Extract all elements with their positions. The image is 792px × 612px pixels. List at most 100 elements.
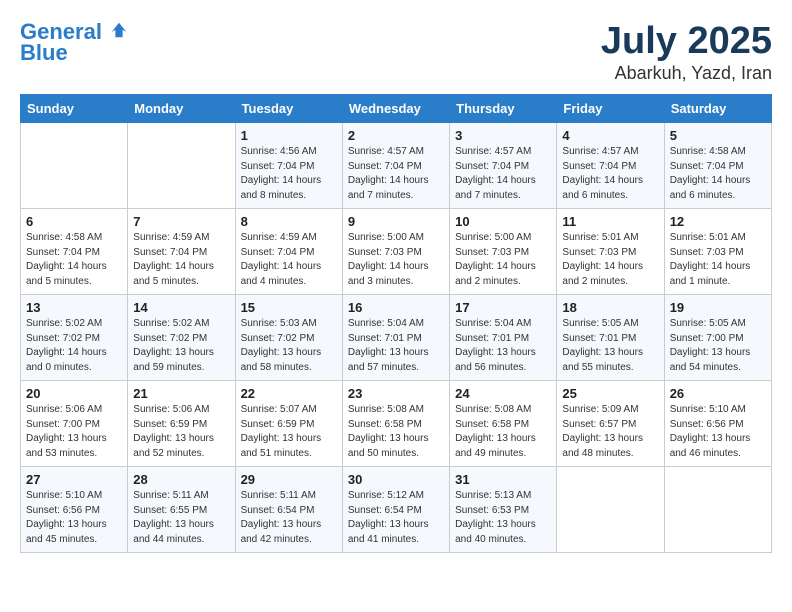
day-detail: Sunrise: 5:07 AMSunset: 6:59 PMDaylight:…: [241, 404, 322, 459]
calendar-cell: 7 Sunrise: 4:59 AMSunset: 7:04 PMDayligh…: [128, 209, 235, 295]
page-title: July 2025: [601, 20, 772, 63]
day-detail: Sunrise: 5:03 AMSunset: 7:02 PMDaylight:…: [241, 318, 322, 373]
calendar-cell: 9 Sunrise: 5:00 AMSunset: 7:03 PMDayligh…: [342, 209, 449, 295]
calendar-cell: 21 Sunrise: 5:06 AMSunset: 6:59 PMDaylig…: [128, 381, 235, 467]
header-row: SundayMondayTuesdayWednesdayThursdayFrid…: [21, 95, 772, 123]
calendar-cell: 15 Sunrise: 5:03 AMSunset: 7:02 PMDaylig…: [235, 295, 342, 381]
calendar-cell: 14 Sunrise: 5:02 AMSunset: 7:02 PMDaylig…: [128, 295, 235, 381]
logo-icon: [110, 21, 128, 39]
calendar-cell: 8 Sunrise: 4:59 AMSunset: 7:04 PMDayligh…: [235, 209, 342, 295]
day-number: 9: [348, 214, 444, 229]
calendar-cell: 13 Sunrise: 5:02 AMSunset: 7:02 PMDaylig…: [21, 295, 128, 381]
calendar-cell: 12 Sunrise: 5:01 AMSunset: 7:03 PMDaylig…: [664, 209, 771, 295]
calendar-cell: 17 Sunrise: 5:04 AMSunset: 7:01 PMDaylig…: [450, 295, 557, 381]
day-number: 17: [455, 300, 551, 315]
calendar-cell: [128, 123, 235, 209]
day-number: 25: [562, 386, 658, 401]
page-header: General Blue July 2025 Abarkuh, Yazd, Ir…: [20, 20, 772, 84]
day-detail: Sunrise: 5:05 AMSunset: 7:00 PMDaylight:…: [670, 318, 751, 373]
day-detail: Sunrise: 5:01 AMSunset: 7:03 PMDaylight:…: [670, 232, 751, 287]
day-header-friday: Friday: [557, 95, 664, 123]
logo: General Blue: [20, 20, 128, 66]
day-detail: Sunrise: 4:59 AMSunset: 7:04 PMDaylight:…: [133, 232, 214, 287]
day-number: 20: [26, 386, 122, 401]
day-detail: Sunrise: 5:06 AMSunset: 7:00 PMDaylight:…: [26, 404, 107, 459]
calendar-cell: 23 Sunrise: 5:08 AMSunset: 6:58 PMDaylig…: [342, 381, 449, 467]
calendar-cell: 11 Sunrise: 5:01 AMSunset: 7:03 PMDaylig…: [557, 209, 664, 295]
day-number: 18: [562, 300, 658, 315]
day-number: 26: [670, 386, 766, 401]
week-row-5: 27 Sunrise: 5:10 AMSunset: 6:56 PMDaylig…: [21, 467, 772, 553]
day-detail: Sunrise: 4:59 AMSunset: 7:04 PMDaylight:…: [241, 232, 322, 287]
day-detail: Sunrise: 5:10 AMSunset: 6:56 PMDaylight:…: [26, 490, 107, 545]
day-detail: Sunrise: 5:02 AMSunset: 7:02 PMDaylight:…: [26, 318, 107, 373]
day-detail: Sunrise: 4:58 AMSunset: 7:04 PMDaylight:…: [670, 146, 751, 201]
calendar-cell: 29 Sunrise: 5:11 AMSunset: 6:54 PMDaylig…: [235, 467, 342, 553]
day-number: 28: [133, 472, 229, 487]
day-detail: Sunrise: 5:08 AMSunset: 6:58 PMDaylight:…: [348, 404, 429, 459]
day-detail: Sunrise: 5:01 AMSunset: 7:03 PMDaylight:…: [562, 232, 643, 287]
day-number: 16: [348, 300, 444, 315]
calendar-cell: 31 Sunrise: 5:13 AMSunset: 6:53 PMDaylig…: [450, 467, 557, 553]
day-detail: Sunrise: 4:57 AMSunset: 7:04 PMDaylight:…: [455, 146, 536, 201]
calendar-cell: 28 Sunrise: 5:11 AMSunset: 6:55 PMDaylig…: [128, 467, 235, 553]
day-detail: Sunrise: 5:02 AMSunset: 7:02 PMDaylight:…: [133, 318, 214, 373]
day-detail: Sunrise: 5:11 AMSunset: 6:54 PMDaylight:…: [241, 490, 322, 545]
day-detail: Sunrise: 5:09 AMSunset: 6:57 PMDaylight:…: [562, 404, 643, 459]
day-number: 27: [26, 472, 122, 487]
day-header-thursday: Thursday: [450, 95, 557, 123]
day-number: 13: [26, 300, 122, 315]
day-number: 30: [348, 472, 444, 487]
title-block: July 2025 Abarkuh, Yazd, Iran: [601, 20, 772, 84]
day-number: 31: [455, 472, 551, 487]
day-number: 5: [670, 128, 766, 143]
day-number: 7: [133, 214, 229, 229]
calendar-cell: 24 Sunrise: 5:08 AMSunset: 6:58 PMDaylig…: [450, 381, 557, 467]
day-detail: Sunrise: 5:00 AMSunset: 7:03 PMDaylight:…: [348, 232, 429, 287]
calendar-table: SundayMondayTuesdayWednesdayThursdayFrid…: [20, 94, 772, 553]
calendar-cell: 30 Sunrise: 5:12 AMSunset: 6:54 PMDaylig…: [342, 467, 449, 553]
day-number: 24: [455, 386, 551, 401]
day-number: 12: [670, 214, 766, 229]
day-number: 22: [241, 386, 337, 401]
day-number: 23: [348, 386, 444, 401]
calendar-cell: 16 Sunrise: 5:04 AMSunset: 7:01 PMDaylig…: [342, 295, 449, 381]
day-detail: Sunrise: 4:58 AMSunset: 7:04 PMDaylight:…: [26, 232, 107, 287]
day-header-saturday: Saturday: [664, 95, 771, 123]
day-header-wednesday: Wednesday: [342, 95, 449, 123]
day-detail: Sunrise: 5:08 AMSunset: 6:58 PMDaylight:…: [455, 404, 536, 459]
day-number: 11: [562, 214, 658, 229]
day-number: 21: [133, 386, 229, 401]
calendar-cell: 4 Sunrise: 4:57 AMSunset: 7:04 PMDayligh…: [557, 123, 664, 209]
page-subtitle: Abarkuh, Yazd, Iran: [601, 63, 772, 84]
day-header-sunday: Sunday: [21, 95, 128, 123]
day-number: 10: [455, 214, 551, 229]
calendar-cell: 25 Sunrise: 5:09 AMSunset: 6:57 PMDaylig…: [557, 381, 664, 467]
calendar-cell: 19 Sunrise: 5:05 AMSunset: 7:00 PMDaylig…: [664, 295, 771, 381]
day-detail: Sunrise: 5:11 AMSunset: 6:55 PMDaylight:…: [133, 490, 214, 545]
calendar-cell: 22 Sunrise: 5:07 AMSunset: 6:59 PMDaylig…: [235, 381, 342, 467]
calendar-cell: [664, 467, 771, 553]
day-number: 1: [241, 128, 337, 143]
day-number: 19: [670, 300, 766, 315]
calendar-cell: 3 Sunrise: 4:57 AMSunset: 7:04 PMDayligh…: [450, 123, 557, 209]
day-number: 4: [562, 128, 658, 143]
calendar-cell: 27 Sunrise: 5:10 AMSunset: 6:56 PMDaylig…: [21, 467, 128, 553]
day-number: 29: [241, 472, 337, 487]
day-number: 8: [241, 214, 337, 229]
calendar-cell: 5 Sunrise: 4:58 AMSunset: 7:04 PMDayligh…: [664, 123, 771, 209]
calendar-cell: 10 Sunrise: 5:00 AMSunset: 7:03 PMDaylig…: [450, 209, 557, 295]
day-number: 15: [241, 300, 337, 315]
calendar-cell: 1 Sunrise: 4:56 AMSunset: 7:04 PMDayligh…: [235, 123, 342, 209]
calendar-cell: 6 Sunrise: 4:58 AMSunset: 7:04 PMDayligh…: [21, 209, 128, 295]
day-detail: Sunrise: 4:57 AMSunset: 7:04 PMDaylight:…: [348, 146, 429, 201]
day-detail: Sunrise: 5:04 AMSunset: 7:01 PMDaylight:…: [455, 318, 536, 373]
day-detail: Sunrise: 5:10 AMSunset: 6:56 PMDaylight:…: [670, 404, 751, 459]
day-detail: Sunrise: 5:06 AMSunset: 6:59 PMDaylight:…: [133, 404, 214, 459]
calendar-cell: 20 Sunrise: 5:06 AMSunset: 7:00 PMDaylig…: [21, 381, 128, 467]
calendar-cell: 26 Sunrise: 5:10 AMSunset: 6:56 PMDaylig…: [664, 381, 771, 467]
week-row-3: 13 Sunrise: 5:02 AMSunset: 7:02 PMDaylig…: [21, 295, 772, 381]
day-header-tuesday: Tuesday: [235, 95, 342, 123]
day-number: 2: [348, 128, 444, 143]
week-row-4: 20 Sunrise: 5:06 AMSunset: 7:00 PMDaylig…: [21, 381, 772, 467]
